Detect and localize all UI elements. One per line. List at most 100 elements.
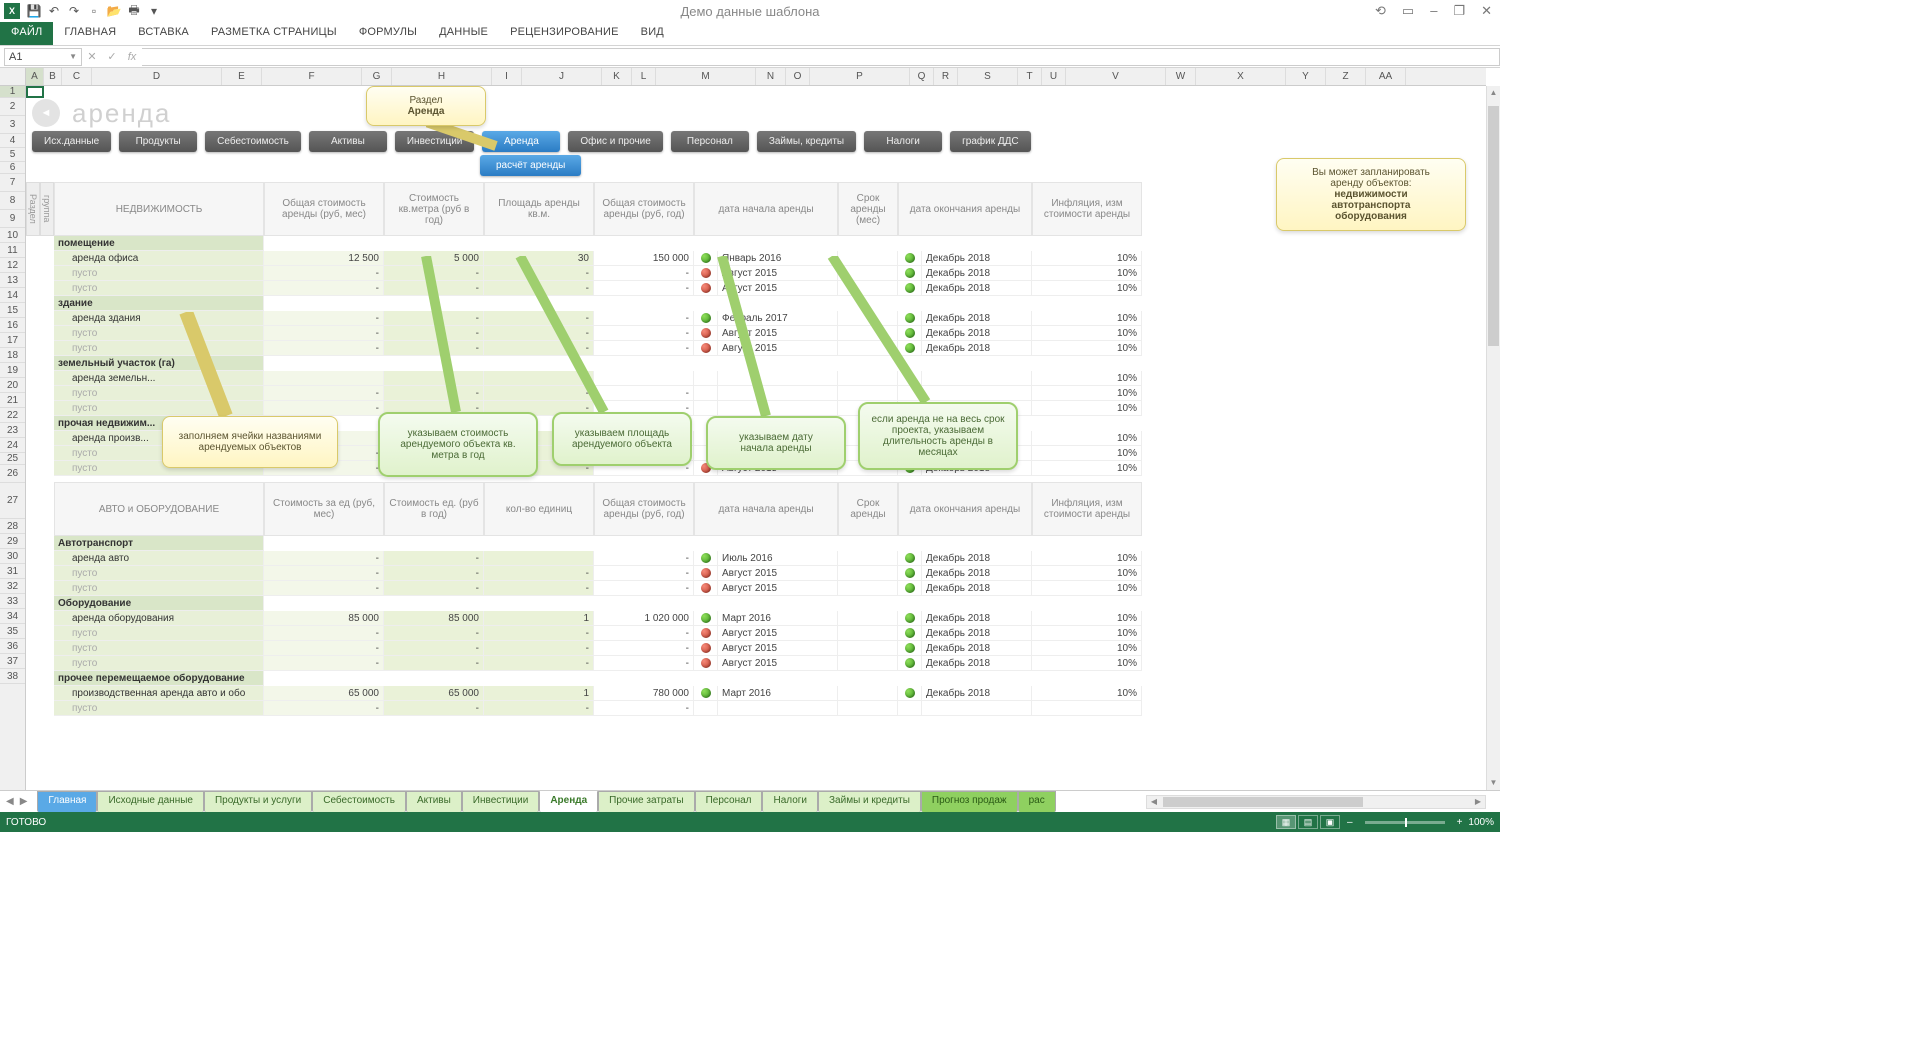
sheet-tab-1[interactable]: Исходные данные xyxy=(97,791,204,812)
cell-term[interactable] xyxy=(838,581,898,596)
cell-start-date[interactable]: Февраль 2017 xyxy=(718,311,838,326)
cell-val[interactable]: 85 000 xyxy=(264,611,384,626)
scrollbar-thumb[interactable] xyxy=(1488,106,1499,346)
row-header[interactable]: 14 xyxy=(0,288,25,303)
cell-start-date[interactable] xyxy=(718,371,838,386)
col-header[interactable]: AA xyxy=(1366,68,1406,85)
row-header[interactable]: 22 xyxy=(0,408,25,423)
cell-val[interactable]: - xyxy=(264,581,384,596)
row-header[interactable]: 9 xyxy=(0,210,25,228)
cell-val[interactable]: - xyxy=(484,341,594,356)
item-name[interactable]: пусто xyxy=(54,386,264,401)
cell-val[interactable]: 65 000 xyxy=(264,686,384,701)
row-header[interactable]: 28 xyxy=(0,519,25,534)
nav-1[interactable]: Продукты xyxy=(119,131,197,152)
cell-start-date[interactable]: Январь 2016 xyxy=(718,251,838,266)
cell-start-date[interactable] xyxy=(718,386,838,401)
nav-5[interactable]: Аренда xyxy=(482,131,560,152)
cell-start-date[interactable]: Август 2015 xyxy=(718,656,838,671)
cell-val[interactable] xyxy=(264,371,384,386)
nav-6[interactable]: Офис и прочие xyxy=(568,131,662,152)
cell-val[interactable]: - xyxy=(594,266,694,281)
cell-val[interactable] xyxy=(484,371,594,386)
tab-nav-arrows[interactable]: ◀▶ xyxy=(0,794,33,809)
row-header[interactable]: 37 xyxy=(0,654,25,669)
cell-val[interactable]: - xyxy=(484,386,594,401)
row-header[interactable]: 30 xyxy=(0,549,25,564)
cell-val[interactable]: 5 000 xyxy=(384,251,484,266)
sheet-tab-12[interactable]: рас xyxy=(1018,791,1056,812)
cell-inflation[interactable]: 10% xyxy=(1032,626,1142,641)
cell-inflation[interactable]: 10% xyxy=(1032,341,1142,356)
ribbon-tab-вид[interactable]: ВИД xyxy=(630,22,675,45)
cell-val[interactable]: - xyxy=(264,281,384,296)
cell-term[interactable] xyxy=(838,551,898,566)
cell-inflation[interactable]: 10% xyxy=(1032,611,1142,626)
row-header[interactable]: 4 xyxy=(0,134,25,148)
confirm-edit-icon[interactable]: ✓ xyxy=(102,50,122,63)
cell-val[interactable]: - xyxy=(264,641,384,656)
cell-val[interactable] xyxy=(384,371,484,386)
row-header[interactable]: 8 xyxy=(0,192,25,210)
row-header[interactable]: 35 xyxy=(0,624,25,639)
ribbon-tab-разметка страницы[interactable]: РАЗМЕТКА СТРАНИЦЫ xyxy=(200,22,348,45)
ribbon-tab-вставка[interactable]: ВСТАВКА xyxy=(127,22,200,45)
col-header[interactable]: K xyxy=(602,68,632,85)
cell-term[interactable] xyxy=(838,386,898,401)
cell-val[interactable]: - xyxy=(384,641,484,656)
vertical-scrollbar[interactable]: ▲ ▼ xyxy=(1486,86,1500,790)
cell-val[interactable]: - xyxy=(264,701,384,716)
cell-term[interactable] xyxy=(838,281,898,296)
cell-start-date[interactable]: Август 2015 xyxy=(718,581,838,596)
item-name[interactable]: аренда земельн... xyxy=(54,371,264,386)
cell-val[interactable]: - xyxy=(384,581,484,596)
cell-val[interactable]: - xyxy=(264,566,384,581)
cell-val[interactable]: - xyxy=(384,566,484,581)
cell-term[interactable] xyxy=(838,326,898,341)
cell-val[interactable] xyxy=(594,371,694,386)
sheet-tab-2[interactable]: Продукты и услуги xyxy=(204,791,312,812)
item-name[interactable]: пусто xyxy=(54,401,264,416)
col-header[interactable]: S xyxy=(958,68,1018,85)
row-header[interactable]: 12 xyxy=(0,258,25,273)
cell-term[interactable] xyxy=(838,656,898,671)
item-name[interactable]: пусто xyxy=(54,581,264,596)
cell-val[interactable]: - xyxy=(384,266,484,281)
sheet-tab-11[interactable]: Прогноз продаж xyxy=(921,791,1018,812)
cell-val[interactable]: - xyxy=(384,701,484,716)
cell-end-date[interactable]: Декабрь 2018 xyxy=(922,656,1032,671)
col-header[interactable]: B xyxy=(44,68,62,85)
item-name[interactable]: пусто xyxy=(54,326,264,341)
zoom-level[interactable]: 100% xyxy=(1468,817,1494,828)
cell-start-date[interactable]: Март 2016 xyxy=(718,611,838,626)
cell-val[interactable]: - xyxy=(484,566,594,581)
cell-end-date[interactable]: Декабрь 2018 xyxy=(922,551,1032,566)
cell-term[interactable] xyxy=(838,311,898,326)
row-header[interactable]: 1 xyxy=(0,86,25,98)
cell-inflation[interactable]: 10% xyxy=(1032,641,1142,656)
cell-start-date[interactable] xyxy=(718,401,838,416)
cell-val[interactable]: - xyxy=(594,326,694,341)
sheet-content[interactable]: ◄ аренда Исх.данныеПродуктыСебестоимость… xyxy=(26,86,1486,790)
cell-term[interactable] xyxy=(838,251,898,266)
cell-val[interactable]: - xyxy=(484,326,594,341)
cell-val[interactable]: - xyxy=(594,641,694,656)
cell-val[interactable]: - xyxy=(384,626,484,641)
row-header[interactable]: 31 xyxy=(0,564,25,579)
cell-inflation[interactable]: 10% xyxy=(1032,326,1142,341)
row-header[interactable]: 20 xyxy=(0,378,25,393)
cell-val[interactable]: - xyxy=(384,656,484,671)
row-header[interactable]: 33 xyxy=(0,594,25,609)
cell-val[interactable]: - xyxy=(384,326,484,341)
sheet-tab-4[interactable]: Активы xyxy=(406,791,462,812)
open-icon[interactable]: 📂 xyxy=(105,2,123,20)
sheet-tab-0[interactable]: Главная xyxy=(37,791,97,812)
item-name[interactable]: пусто xyxy=(54,701,264,716)
col-header[interactable]: L xyxy=(632,68,656,85)
row-header[interactable]: 2 xyxy=(0,98,25,116)
cell-inflation[interactable]: 10% xyxy=(1032,656,1142,671)
cell-start-date[interactable]: Март 2016 xyxy=(718,686,838,701)
cell-val[interactable]: 780 000 xyxy=(594,686,694,701)
cell-val[interactable]: - xyxy=(484,311,594,326)
cell-val[interactable]: - xyxy=(594,656,694,671)
